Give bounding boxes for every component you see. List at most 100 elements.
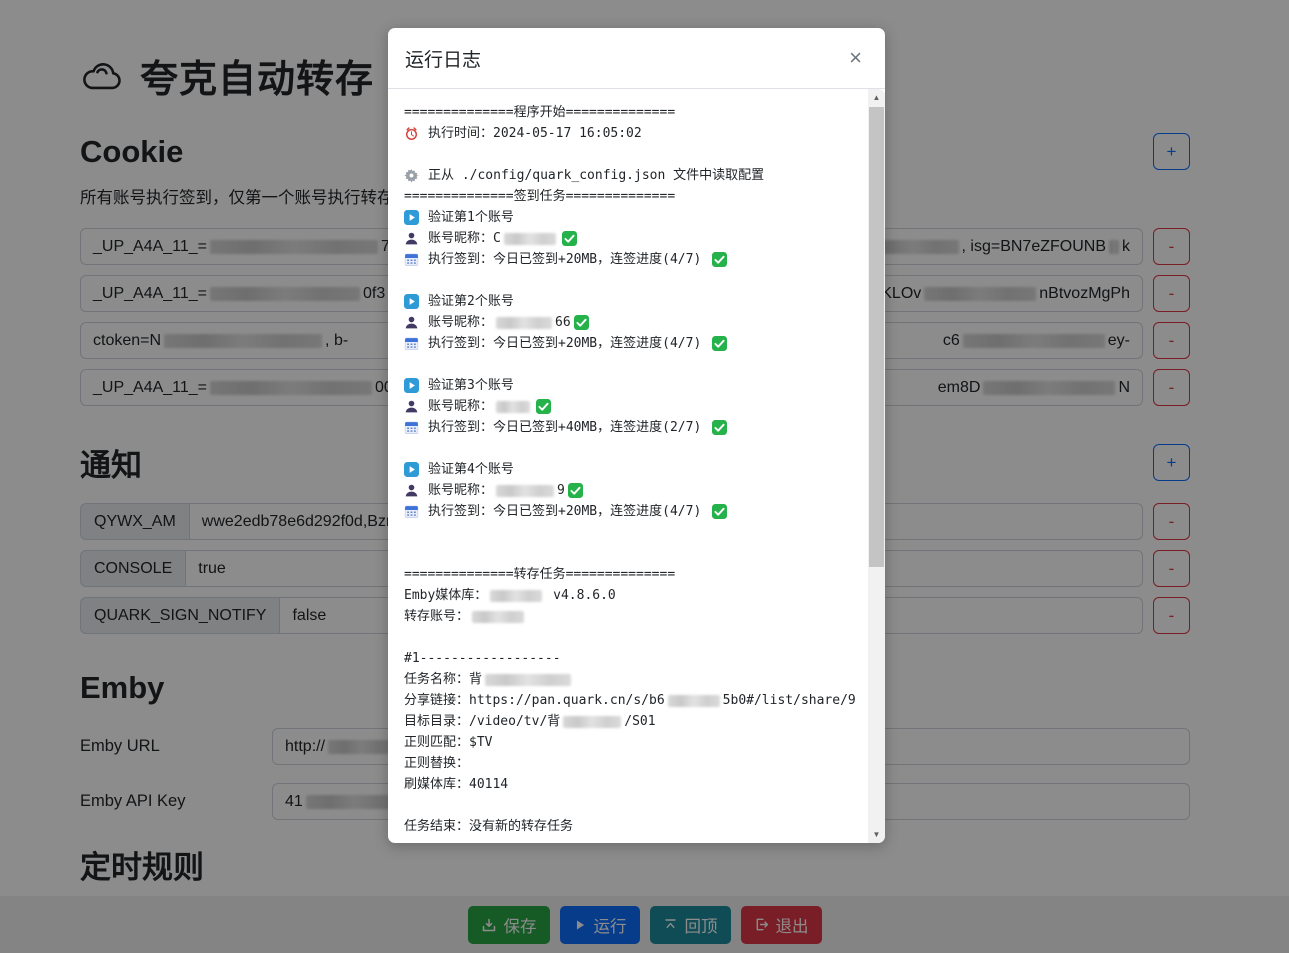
- cal-icon: [404, 420, 419, 435]
- log-line: 目标目录：/video/tv/背/S01: [404, 711, 851, 732]
- text-segment: 验证第4个账号: [428, 459, 514, 480]
- log-line: [404, 543, 851, 564]
- text-segment: 刷媒体库：40114: [404, 774, 508, 795]
- log-line: 任务结束：没有新的转存任务: [404, 816, 851, 837]
- check-icon: [562, 231, 577, 246]
- redacted-text: [496, 401, 530, 413]
- text-segment: 分享链接：https://pan.quark.cn/s/b6: [404, 690, 665, 711]
- text-segment: 执行签到：今日已签到+20MB，连签进度(4/7): [428, 249, 709, 270]
- log-line: ==============签到任务==============: [404, 186, 851, 207]
- text-segment: ==============签到任务==============: [404, 186, 675, 207]
- modal-log-body: ==============程序开始==============执行时间：202…: [388, 89, 885, 843]
- log-line: 账号昵称： 9: [404, 480, 851, 501]
- log-line: 转存账号：: [404, 606, 851, 627]
- gear-icon: [404, 168, 419, 183]
- text-segment: ==============程序开始==============: [404, 102, 675, 123]
- scrollbar-down-arrow[interactable]: ▼: [868, 826, 885, 843]
- check-icon: [712, 252, 727, 267]
- redacted-text: [490, 590, 542, 602]
- log-line: 正则匹配：$TV: [404, 732, 851, 753]
- redacted-text: [668, 695, 720, 707]
- redacted-text: [504, 233, 556, 245]
- text-segment: v4.8.6.0: [545, 585, 615, 606]
- log-line: [404, 270, 851, 291]
- log-line: 验证第4个账号: [404, 459, 851, 480]
- play-icon: [404, 462, 419, 477]
- text-segment: 转存账号：: [404, 606, 469, 627]
- cal-icon: [404, 504, 419, 519]
- check-icon: [712, 336, 727, 351]
- cal-icon: [404, 336, 419, 351]
- modal-scrollbar: ▲ ▼: [868, 89, 885, 843]
- text-segment: 正从 ./config/quark_config.json 文件中读取配置: [428, 165, 764, 186]
- log-line: 账号昵称： 66: [404, 312, 851, 333]
- log-line: [404, 795, 851, 816]
- play-icon: [404, 210, 419, 225]
- text-segment: Emby媒体库：: [404, 585, 487, 606]
- redacted-text: [472, 611, 524, 623]
- text-segment: 验证第2个账号: [428, 291, 514, 312]
- text-segment: 66: [555, 312, 571, 333]
- check-icon: [536, 399, 551, 414]
- log-line: 执行签到：今日已签到+20MB，连签进度(4/7): [404, 249, 851, 270]
- log-line: 账号昵称：C: [404, 228, 851, 249]
- log-lines: ==============程序开始==============执行时间：202…: [404, 102, 851, 837]
- text-segment: 执行签到：今日已签到+20MB，连签进度(4/7): [428, 333, 709, 354]
- check-icon: [712, 420, 727, 435]
- log-line: [404, 438, 851, 459]
- log-line: [404, 522, 851, 543]
- log-line: 正从 ./config/quark_config.json 文件中读取配置: [404, 165, 851, 186]
- play-icon: [404, 294, 419, 309]
- text-segment: 执行签到：今日已签到+40MB，连签进度(2/7): [428, 417, 709, 438]
- log-line: [404, 144, 851, 165]
- redacted-text: [485, 674, 571, 686]
- log-line: 任务名称：背: [404, 669, 851, 690]
- text-segment: /S01: [624, 711, 655, 732]
- user-icon: [404, 231, 419, 246]
- log-line: 执行签到：今日已签到+20MB，连签进度(4/7): [404, 333, 851, 354]
- text-segment: 账号昵称：: [428, 480, 493, 501]
- scrollbar-thumb[interactable]: [869, 107, 884, 567]
- log-line: 验证第1个账号: [404, 207, 851, 228]
- text-segment: 5b0#/list/share/9: [723, 690, 856, 711]
- user-icon: [404, 399, 419, 414]
- log-line: 分享链接：https://pan.quark.cn/s/b65b0#/list/…: [404, 690, 851, 711]
- log-line: 执行时间：2024-05-17 16:05:02: [404, 123, 851, 144]
- check-icon: [574, 315, 589, 330]
- text-segment: 验证第3个账号: [428, 375, 514, 396]
- log-line: 执行签到：今日已签到+40MB，连签进度(2/7): [404, 417, 851, 438]
- log-line: ==============程序开始==============: [404, 102, 851, 123]
- log-line: 正则替换：: [404, 753, 851, 774]
- text-segment: 账号昵称：: [428, 312, 493, 333]
- text-segment: 执行签到：今日已签到+20MB，连签进度(4/7): [428, 501, 709, 522]
- text-segment: ==============转存任务==============: [404, 564, 675, 585]
- redacted-text: [496, 485, 554, 497]
- text-segment: 账号昵称：C: [428, 228, 501, 249]
- log-line: [404, 627, 851, 648]
- alarm-icon: [404, 126, 419, 141]
- text-segment: #1------------------: [404, 648, 561, 669]
- user-icon: [404, 315, 419, 330]
- check-icon: [568, 483, 583, 498]
- modal-title: 运行日志: [405, 45, 481, 72]
- text-segment: 正则替换：: [404, 753, 469, 774]
- cal-icon: [404, 252, 419, 267]
- modal-header: 运行日志 ×: [388, 28, 885, 89]
- log-line: 刷媒体库：40114: [404, 774, 851, 795]
- user-icon: [404, 483, 419, 498]
- log-line: Emby媒体库： v4.8.6.0: [404, 585, 851, 606]
- log-line: [404, 354, 851, 375]
- scrollbar-up-arrow[interactable]: ▲: [868, 89, 885, 106]
- run-log-modal: 运行日志 × ==============程序开始==============执…: [388, 28, 885, 843]
- text-segment: 任务名称：背: [404, 669, 482, 690]
- close-icon[interactable]: ×: [843, 45, 868, 71]
- log-line: ==============转存任务==============: [404, 564, 851, 585]
- text-segment: 正则匹配：$TV: [404, 732, 492, 753]
- log-line: 验证第2个账号: [404, 291, 851, 312]
- text-segment: 任务结束：没有新的转存任务: [404, 816, 573, 837]
- text-segment: 9: [557, 480, 565, 501]
- log-line: 验证第3个账号: [404, 375, 851, 396]
- check-icon: [712, 504, 727, 519]
- play-icon: [404, 378, 419, 393]
- log-line: 执行签到：今日已签到+20MB，连签进度(4/7): [404, 501, 851, 522]
